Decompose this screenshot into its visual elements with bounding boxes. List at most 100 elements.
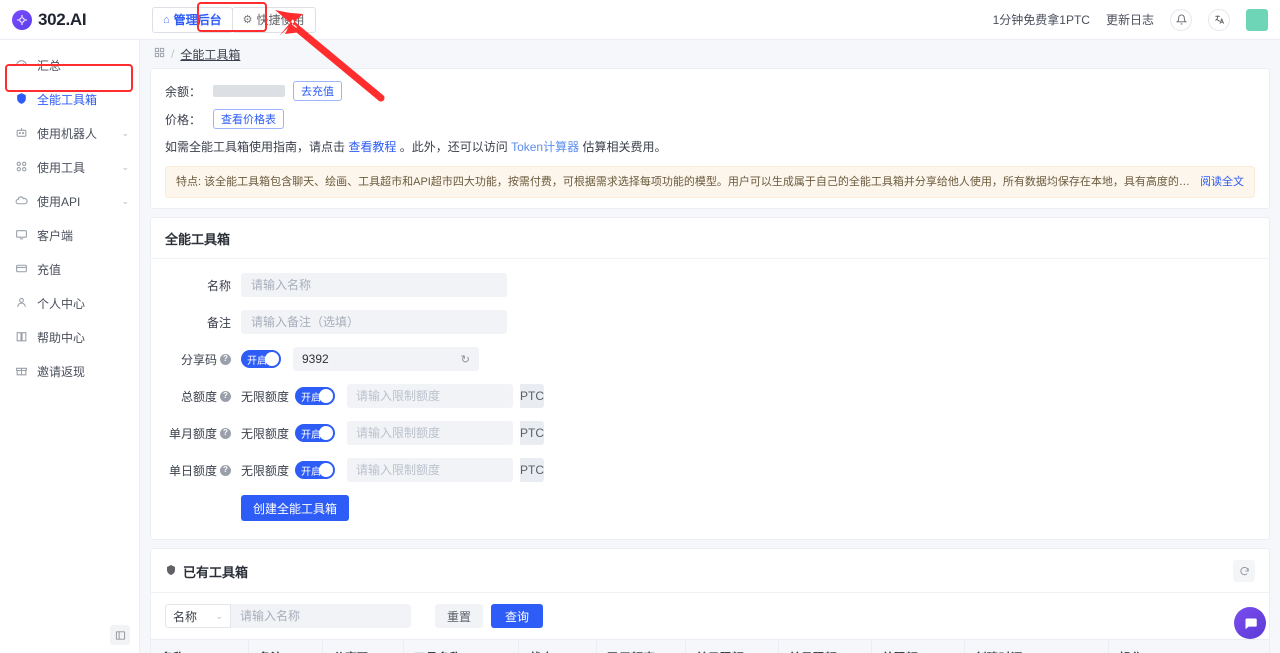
chevron-down-icon: ⌄ [121, 128, 129, 138]
collapse-icon[interactable] [110, 625, 130, 645]
reset-button[interactable]: 重置 [435, 604, 484, 628]
month-quota-field: PTC [347, 421, 545, 445]
sidebar-item-tools-label: 使用工具 [37, 161, 86, 175]
filter-field-select[interactable]: 名称 ⌄ [165, 604, 231, 628]
guide-mid: 。此外，还可以访问 [399, 140, 508, 154]
month-quota-toggle[interactable]: 开启 [295, 424, 336, 442]
balance-value-redacted [213, 85, 285, 97]
sidebar-item-help[interactable]: 帮助中心 [0, 324, 139, 351]
month-quota-toggle-label: 开启 [301, 429, 322, 441]
field-remark: 备注 [165, 310, 1255, 334]
sidebar-item-tools[interactable]: 使用工具 ⌄ [0, 154, 139, 181]
monitor-icon [14, 228, 28, 244]
tab-admin-console[interactable]: ⌂ 管理后台 [152, 6, 233, 33]
col-tool-name: 工具名称 [403, 639, 520, 653]
help-icon[interactable]: ? [220, 390, 231, 402]
read-full-link[interactable]: 阅读全文 [1200, 174, 1244, 190]
changelog-link[interactable]: 更新日志 [1106, 11, 1154, 28]
create-toolbox-title: 全能工具箱 [151, 218, 1269, 259]
user-icon [14, 296, 28, 312]
field-share-code: 分享码 ? 开启 9392 ↻ [165, 347, 1255, 371]
col-used-quota: 已用额度 [596, 639, 686, 653]
total-quota-input[interactable] [347, 384, 521, 408]
breadcrumb-current[interactable]: 全能工具箱 [180, 46, 240, 63]
field-name: 名称 [165, 273, 1255, 297]
share-code-value: 9392 [302, 352, 329, 366]
sidebar-item-client[interactable]: 客户端 [0, 222, 139, 249]
header-actions: 1分钟免费拿1PTC 更新日志 [993, 0, 1280, 40]
day-quota-toggle-label: 开启 [301, 466, 322, 478]
sidebar-item-robot-label: 使用机器人 [37, 127, 98, 141]
col-month-limit: 单月限额 [778, 639, 872, 653]
chevron-down-icon: ⌄ [215, 610, 223, 621]
create-toolbox-button[interactable]: 创建全能工具箱 [241, 495, 350, 521]
sidebar-item-help-label: 帮助中心 [37, 331, 86, 345]
total-quota-toggle[interactable]: 开启 [295, 387, 336, 405]
month-quota-unit: PTC [520, 421, 545, 445]
sidebar-item-profile-label: 个人中心 [37, 297, 86, 311]
sidebar-item-recharge[interactable]: 充值 [0, 256, 139, 283]
chevron-down-icon: ⌄ [121, 162, 129, 172]
promo-link[interactable]: 1分钟免费拿1PTC [993, 11, 1090, 28]
feature-notice: 特点: 该全能工具箱包含聊天、绘画、工具超市和API超市四大功能，按需付费，可根… [165, 166, 1255, 198]
price-label: 价格： [165, 112, 202, 127]
sidebar-item-api[interactable]: 使用API ⌄ [0, 188, 139, 215]
sidebar-item-api-label: 使用API [37, 195, 81, 209]
recharge-button[interactable]: 去充值 [293, 81, 342, 101]
toggle-knob [319, 426, 334, 440]
field-total-quota: 总额度 ? 无限额度 开启 PTC [165, 384, 1255, 408]
breadcrumb-separator: / [171, 47, 175, 61]
logo-icon [12, 9, 32, 30]
balance-row: 余额： 去充值 [165, 81, 1255, 101]
tutorial-link[interactable]: 查看教程 [348, 140, 396, 154]
tab-quick-use-label: 快捷使用 [256, 13, 305, 27]
language-icon[interactable] [1208, 8, 1230, 31]
submit-row: 创建全能工具箱 [165, 495, 1255, 521]
toolbox-icon [165, 564, 177, 579]
query-button[interactable]: 查询 [491, 604, 544, 628]
sidebar-item-profile[interactable]: 个人中心 [0, 290, 139, 317]
gear-icon: ⚙ [242, 14, 253, 26]
tab-quick-use[interactable]: ⚙ 快捷使用 [231, 6, 316, 33]
help-icon[interactable]: ? [220, 464, 231, 476]
toggle-knob [319, 463, 334, 477]
month-quota-input[interactable] [347, 421, 521, 445]
price-row: 价格： 查看价格表 [165, 109, 1255, 129]
filter-search-input[interactable] [231, 604, 411, 628]
help-icon[interactable]: ? [220, 427, 231, 439]
bell-icon[interactable] [1170, 8, 1192, 31]
sidebar-item-invite[interactable]: 邀请返现 [0, 358, 139, 385]
header-tabs: ⌂ 管理后台 ⚙ 快捷使用 [152, 0, 316, 40]
price-list-button[interactable]: 查看价格表 [213, 109, 284, 129]
total-quota-toggle-label: 开启 [301, 392, 322, 404]
guide-prefix: 如需全能工具箱使用指南，请点击 [165, 140, 346, 154]
remark-input[interactable] [241, 310, 507, 334]
sidebar-item-invite-label: 邀请返现 [37, 365, 86, 379]
refresh-icon[interactable]: ↻ [461, 353, 470, 366]
share-code-field[interactable]: 9392 ↻ [293, 347, 479, 371]
sidebar-item-summary[interactable]: 汇总 [0, 52, 139, 79]
chat-icon[interactable] [1234, 607, 1266, 639]
col-remark: 备注 [248, 639, 324, 653]
day-quota-input[interactable] [347, 458, 521, 482]
existing-toolbox-header: 已有工具箱 [151, 549, 1269, 593]
filter-field-label: 名称 [173, 609, 198, 624]
name-input[interactable] [241, 273, 507, 297]
token-calculator-link[interactable]: Token计算器 [511, 140, 579, 154]
dashboard-icon [14, 58, 28, 74]
sidebar-item-summary-label: 汇总 [37, 59, 62, 73]
top-header: 302.AI ⌂ 管理后台 ⚙ 快捷使用 1分钟免费拿1PTC 更新日志 [0, 0, 1280, 40]
day-quota-field: PTC [347, 458, 545, 482]
help-icon[interactable]: ? [220, 353, 231, 365]
apps-icon [154, 47, 165, 61]
day-quota-toggle[interactable]: 开启 [295, 461, 336, 479]
total-unlimited-label: 无限额度 [241, 389, 290, 404]
sidebar-item-robot[interactable]: 使用机器人 ⌄ [0, 120, 139, 147]
table-header-row: 名称 备注 分享码 工具名称 状态 已用额度 单日限额 单月限额 总限额 创建时… [151, 639, 1269, 653]
refresh-icon[interactable] [1233, 560, 1255, 582]
share-code-toggle[interactable]: 开启 [241, 350, 281, 368]
field-total-quota-text: 总额度 [180, 389, 217, 404]
avatar[interactable] [1246, 8, 1268, 31]
brand[interactable]: 302.AI [0, 0, 140, 40]
sidebar-item-toolbox[interactable]: 全能工具箱 [0, 86, 139, 113]
